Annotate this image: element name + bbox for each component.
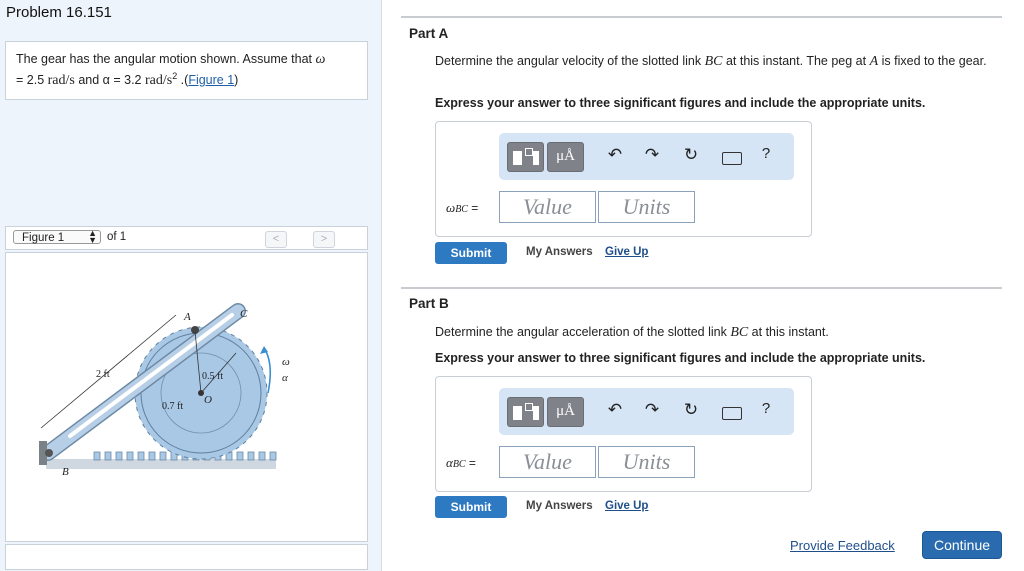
part-a-q-text-c: is fixed to the gear. xyxy=(878,54,987,68)
omega-symbol: ω xyxy=(315,52,326,67)
part-b-toolbar: μÅ ↶ ↷ ↻ ? xyxy=(499,388,794,435)
part-a-instruction: Express your answer to three significant… xyxy=(435,96,926,110)
part-a-q-text-b: at this instant. The peg at xyxy=(722,54,870,68)
provide-feedback-link[interactable]: Provide Feedback xyxy=(790,538,895,553)
part-b-instruction: Express your answer to three significant… xyxy=(435,351,926,365)
problem-text-d: .( xyxy=(177,73,189,88)
unit-rads: rad/s xyxy=(47,73,75,89)
part-b-give-up[interactable]: Give Up xyxy=(605,500,648,512)
problem-text-b: = 2.5 xyxy=(16,73,48,88)
part-a-equals: = xyxy=(471,201,479,215)
part-b-q-text-b: at this instant. xyxy=(748,325,829,339)
help-icon[interactable]: ? xyxy=(754,400,778,417)
reset-icon[interactable]: ↻ xyxy=(679,400,703,420)
part-a-var-main: ω xyxy=(446,200,456,215)
problem-statement-box: The gear has the angular motion shown. A… xyxy=(5,41,368,100)
undo-icon[interactable]: ↶ xyxy=(603,145,627,165)
figure-link[interactable]: Figure 1 xyxy=(188,73,234,87)
label-o: O xyxy=(204,394,212,406)
next-figure-button[interactable]: > xyxy=(313,231,335,248)
undo-icon[interactable]: ↶ xyxy=(603,400,627,420)
figure-footer xyxy=(5,544,368,570)
label-a: A xyxy=(183,311,191,323)
template-icon[interactable] xyxy=(507,142,544,172)
part-a-value-input[interactable]: Value xyxy=(499,191,596,223)
part-a-question: Determine the angular velocity of the sl… xyxy=(435,53,1000,70)
figure-image: A B C O ω α 2 ft 0.5 ft 0.7 ft xyxy=(5,252,368,542)
figure-select[interactable]: Figure 1 ▲ ▼ xyxy=(13,228,101,245)
help-icon[interactable]: ? xyxy=(754,145,778,162)
part-a-units-input[interactable]: Units xyxy=(598,191,695,223)
label-c: C xyxy=(240,308,248,320)
part-b-my-answers[interactable]: My Answers xyxy=(526,500,593,512)
part-a-submit-button[interactable]: Submit xyxy=(435,242,507,264)
part-a-title: Part A xyxy=(409,26,449,41)
figure-navigation-bar: Figure 1 ▲ ▼ of 1 < > xyxy=(5,226,368,250)
label-omega: ω xyxy=(282,356,290,368)
part-b-units-input[interactable]: Units xyxy=(598,446,695,478)
part-b-var-main: α xyxy=(446,455,453,470)
part-b-question: Determine the angular acceleration of th… xyxy=(435,324,1000,341)
units-icon[interactable]: μÅ xyxy=(547,142,584,172)
part-b-answer-box: μÅ ↶ ↷ ↻ ? αBC = Value Units xyxy=(435,376,812,492)
dim-2ft: 2 ft xyxy=(96,369,110,380)
prev-figure-button[interactable]: < xyxy=(265,231,287,248)
part-a-give-up[interactable]: Give Up xyxy=(605,246,648,258)
units-icon[interactable]: μÅ xyxy=(547,397,584,427)
part-a-q-var: BC xyxy=(704,54,723,69)
gear-link-diagram: A B C O ω α 2 ft 0.5 ft 0.7 ft xyxy=(39,303,290,478)
keyboard-icon[interactable] xyxy=(722,407,742,420)
reset-icon[interactable]: ↻ xyxy=(679,145,703,165)
part-a-q-text-a: Determine the angular velocity of the sl… xyxy=(435,54,705,68)
part-a-my-answers[interactable]: My Answers xyxy=(526,246,593,258)
dim-0-5ft: 0.5 ft xyxy=(202,371,223,382)
redo-icon[interactable]: ↷ xyxy=(640,400,664,420)
figure-select-value: Figure 1 xyxy=(22,232,65,244)
problem-panel: Problem 16.151 The gear has the angular … xyxy=(0,0,382,571)
part-b-value-input[interactable]: Value xyxy=(499,446,596,478)
dim-0-7ft: 0.7 ft xyxy=(162,401,183,412)
label-alpha: α xyxy=(282,372,288,384)
problem-text-c: and α = 3.2 xyxy=(74,73,145,88)
part-a-variable-label: ωBC = xyxy=(446,200,478,216)
part-b-submit-button[interactable]: Submit xyxy=(435,496,507,518)
part-b-q-var: BC xyxy=(730,325,749,340)
redo-icon[interactable]: ↷ xyxy=(640,145,664,165)
part-b-equals: = xyxy=(468,456,476,470)
problem-statement: The gear has the angular motion shown. A… xyxy=(16,51,361,89)
template-icon[interactable] xyxy=(507,397,544,427)
figure-count: of 1 xyxy=(107,231,127,243)
part-a-toolbar: μÅ ↶ ↷ ↻ ? xyxy=(499,133,794,180)
ground-rack xyxy=(46,459,276,469)
part-a-answer-box: μÅ ↶ ↷ ↻ ? ωBC = Value Units xyxy=(435,121,812,237)
part-b-variable-label: αBC = xyxy=(446,455,476,471)
problem-text-e: ) xyxy=(234,73,239,88)
unit-rads2: rad/s xyxy=(144,73,173,89)
part-a-q-var2: A xyxy=(869,54,879,69)
part-b-divider xyxy=(401,287,1002,289)
part-b-q-text-a: Determine the angular acceleration of th… xyxy=(435,325,731,339)
keyboard-icon[interactable] xyxy=(722,152,742,165)
part-a-divider xyxy=(401,16,1002,18)
part-b-title: Part B xyxy=(409,296,449,311)
part-b-var-sub: BC xyxy=(452,459,466,470)
label-b: B xyxy=(62,466,69,478)
problem-text-a: The gear has the angular motion shown. A… xyxy=(16,52,316,66)
part-a-var-sub: BC xyxy=(455,204,468,215)
problem-title: Problem 16.151 xyxy=(6,4,112,21)
continue-button[interactable]: Continue xyxy=(922,531,1002,559)
select-arrows-icon: ▲ ▼ xyxy=(88,228,97,245)
